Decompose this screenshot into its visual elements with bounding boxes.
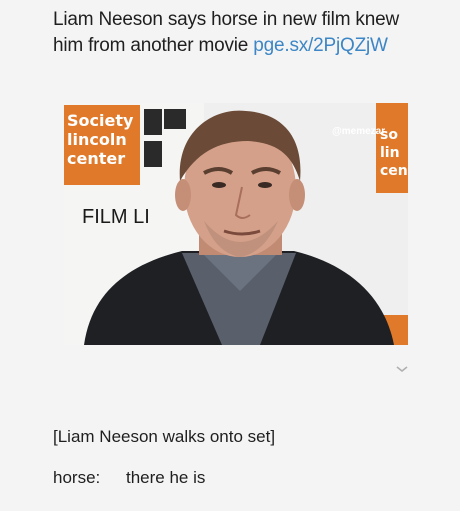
svg-text:cen: cen [380,163,408,179]
stage-direction: [Liam Neeson walks onto set] [53,427,276,446]
photo-illustration: Society lincoln center so lin cen FILM L… [64,103,408,345]
logo-line-1: Society [67,111,134,130]
post-headline: Liam Neeson says horse in new film knew … [53,7,413,59]
dialogue-line: horse: there he is [53,466,275,489]
meme-post: Liam Neeson says horse in new film knew … [0,0,460,511]
logo-line-2: lincoln [67,130,127,149]
watermark: @memezar [332,126,385,137]
speaker-label: horse: [53,468,101,487]
svg-text:lin: lin [380,145,400,161]
backdrop-banner: FILM LI [82,206,150,228]
headline-link[interactable]: pge.sx/2PjQZjW [253,35,388,56]
chevron-down-icon[interactable] [395,364,409,374]
logo-line-3: center [67,149,125,168]
post-photo[interactable]: Society lincoln center so lin cen FILM L… [64,103,408,345]
meme-caption: [Liam Neeson walks onto set] horse: there… [53,425,275,489]
dialogue-text: there he is [126,468,206,487]
